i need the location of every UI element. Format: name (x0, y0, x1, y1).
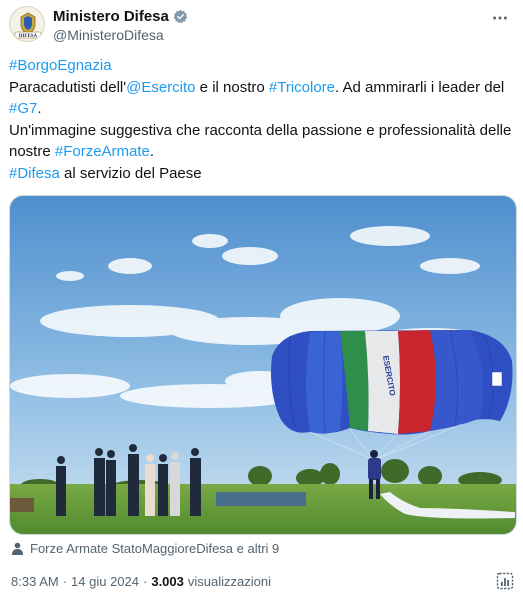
separator: · (62, 574, 68, 589)
tweet-header: DIFESA Ministero Difesa @MinisteroDifesa (9, 6, 514, 46)
text-segment: Paracadutisti dell' (9, 78, 127, 96)
person-icon (11, 542, 24, 555)
more-options-icon[interactable] (490, 8, 510, 28)
hashtag-link[interactable]: #ForzeArmate (55, 143, 150, 160)
text-segment: e il nostro (195, 78, 269, 96)
hashtag-link[interactable]: #Tricolore (269, 79, 335, 96)
hashtag-link[interactable]: #Difesa (9, 165, 60, 182)
handle[interactable]: @MinisteroDifesa (53, 27, 164, 43)
views-label: visualizzazioni (187, 574, 271, 589)
text-segment: . (149, 143, 155, 160)
tweet-photo[interactable]: ESERCITO (9, 195, 517, 535)
text-segment: . (37, 100, 42, 117)
tweet-time[interactable]: 8:33 AM (11, 574, 59, 589)
parachute-scene-image: ESERCITO (10, 196, 516, 534)
verified-badge-icon (173, 9, 188, 24)
text-segment: al servizio del Paese (59, 164, 202, 182)
avatar-label: DIFESA (19, 34, 38, 39)
tweet-meta: 8:33 AM · 14 giu 2024 · 3.003 visualizza… (11, 574, 271, 589)
tweet-date[interactable]: 14 giu 2024 (71, 574, 139, 589)
analytics-icon[interactable] (495, 571, 515, 591)
separator: · (143, 574, 148, 589)
avatar[interactable]: DIFESA (9, 6, 45, 42)
tweet-text: #BorgoEgnazia Paracadutisti dell'@Eserci… (9, 55, 514, 184)
hashtag-link[interactable]: #BorgoEgnazia (9, 57, 112, 74)
parachute-canopy: ESERCITO (271, 329, 513, 435)
tagged-text: Forze Armate StatoMaggioreDifesa e altri… (30, 541, 280, 556)
avatar-emblem-icon: DIFESA (10, 7, 44, 41)
display-name[interactable]: Ministero Difesa (53, 8, 169, 25)
text-segment: . Ad ammirarli i leader del (335, 78, 505, 96)
mention-link[interactable]: @Esercito (126, 79, 195, 96)
views-count: 3.003 (151, 574, 184, 589)
name-row: Ministero Difesa (53, 8, 188, 25)
tagged-users[interactable]: Forze Armate StatoMaggioreDifesa e altri… (11, 541, 279, 556)
hashtag-link[interactable]: #G7 (9, 100, 37, 117)
